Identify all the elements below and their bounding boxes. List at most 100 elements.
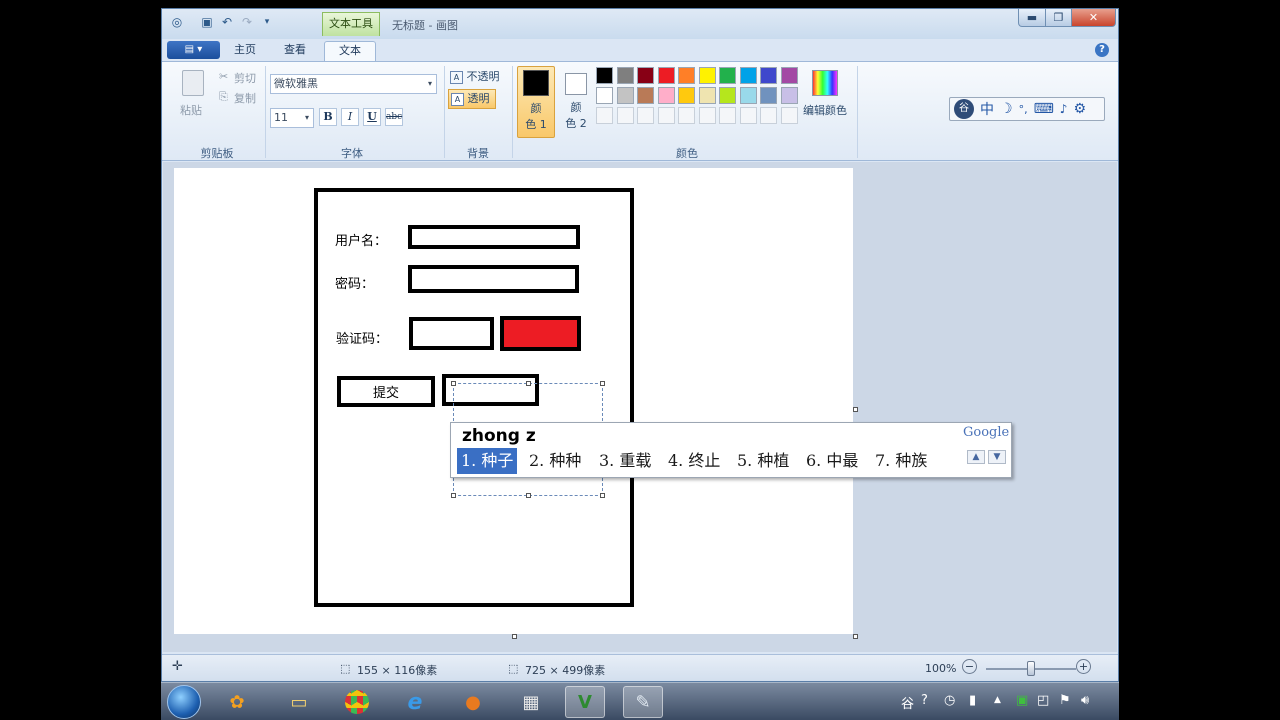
canvas-resize-handle[interactable] (853, 407, 858, 412)
palette-swatch[interactable] (760, 67, 777, 84)
copy-icon[interactable]: ⎘ (219, 90, 228, 104)
mic-icon[interactable]: ♪ (1060, 102, 1068, 116)
palette-swatch[interactable] (657, 87, 675, 104)
custom-color-slot[interactable] (678, 107, 695, 124)
palette-swatch[interactable] (760, 87, 777, 104)
palette-swatch[interactable] (637, 67, 654, 84)
save-icon[interactable]: ▣ (200, 15, 214, 29)
custom-color-slot[interactable] (657, 107, 675, 124)
candidate-2[interactable]: 2. 种种 (529, 448, 581, 474)
custom-color-slot[interactable] (739, 107, 757, 124)
ime-logo-icon[interactable]: 谷 (954, 99, 974, 119)
palette-swatch[interactable] (657, 67, 675, 84)
moon-icon[interactable]: ☽ (1000, 101, 1013, 117)
transparent-button[interactable]: A 透明 (448, 89, 496, 109)
copy-button[interactable]: 复制 (234, 90, 256, 106)
zoom-out-button[interactable]: − (962, 659, 977, 674)
flag-icon[interactable]: ⚑ (1059, 693, 1071, 708)
canvas-resize-handle[interactable] (512, 634, 517, 639)
firefox-icon[interactable]: ● (453, 686, 493, 718)
ie-icon[interactable]: e (395, 686, 435, 718)
qat-dropdown-icon[interactable]: ▾ (260, 15, 274, 29)
edit-colors-button[interactable]: 编辑颜色 (803, 102, 847, 118)
palette-swatch[interactable] (780, 67, 798, 84)
settings-icon[interactable]: ⚙ (1073, 101, 1086, 117)
palette-swatch[interactable] (698, 87, 716, 104)
custom-color-slot[interactable] (780, 107, 798, 124)
edit-colors-icon[interactable] (812, 70, 838, 96)
ime-tray-icon[interactable]: 谷 (901, 693, 914, 712)
palette-swatch[interactable] (698, 67, 716, 84)
resize-handle[interactable] (451, 381, 456, 386)
palette-swatch[interactable] (637, 87, 654, 104)
paint-taskbar-icon[interactable]: ✎ (623, 686, 663, 718)
palette-swatch[interactable] (596, 87, 613, 104)
color2-button[interactable]: 颜 色 2 (560, 66, 598, 138)
tab-view[interactable]: 查看 (274, 41, 316, 61)
help-tray-icon[interactable]: ? (921, 693, 928, 708)
candidate-4[interactable]: 4. 终止 (668, 448, 720, 474)
custom-color-slot[interactable] (637, 107, 654, 124)
palette-swatch[interactable] (739, 87, 757, 104)
ime-mode-toggle[interactable]: 中 (980, 99, 994, 119)
custom-color-slot[interactable] (698, 107, 716, 124)
strikethrough-button[interactable]: abc (385, 108, 403, 126)
zoom-slider[interactable] (986, 661, 1076, 676)
resize-handle[interactable] (526, 493, 531, 498)
palette-swatch[interactable] (616, 87, 634, 104)
cloud-icon[interactable]: ◰ (1037, 693, 1049, 708)
palette-swatch[interactable] (719, 87, 736, 104)
help-icon[interactable]: ? (1095, 43, 1109, 57)
italic-button[interactable]: I (341, 108, 359, 126)
canvas-area[interactable]: 用户名： 密码： 验证码： 提交 (163, 162, 1117, 652)
custom-color-slot[interactable] (760, 107, 777, 124)
page-down-button[interactable]: ▼ (988, 450, 1006, 464)
canvas-resize-handle[interactable] (853, 634, 858, 639)
custom-color-slot[interactable] (719, 107, 736, 124)
candidate-3[interactable]: 3. 重载 (599, 448, 651, 474)
candidate-7[interactable]: 7. 种族 (875, 448, 927, 474)
volume-icon[interactable]: 🔊︎ (1081, 693, 1089, 708)
font-size-select[interactable]: 11 ▾ (270, 108, 314, 128)
palette-swatch[interactable] (780, 87, 798, 104)
app-360-icon[interactable]: ✿ (217, 686, 257, 718)
chrome-icon[interactable] (337, 686, 377, 718)
candidate-5[interactable]: 5. 种植 (737, 448, 789, 474)
palette-swatch[interactable] (616, 67, 634, 84)
tab-home[interactable]: 主页 (224, 41, 266, 61)
minimize-button[interactable]: ▬ (1018, 9, 1046, 27)
arrow-up-icon[interactable]: ▲ (994, 695, 1001, 705)
palette-swatch[interactable] (739, 67, 757, 84)
underline-button[interactable]: U (363, 108, 381, 126)
redo-icon[interactable]: ↷ (240, 15, 254, 29)
cut-button[interactable]: 剪切 (234, 70, 256, 86)
palette-swatch[interactable] (678, 67, 695, 84)
vim-icon[interactable]: V (565, 686, 605, 718)
paint-menu-button[interactable]: ▤ ▾ (167, 41, 220, 59)
cut-icon[interactable]: ✂ (219, 70, 228, 83)
bold-button[interactable]: B (319, 108, 337, 126)
resize-handle[interactable] (600, 493, 605, 498)
resize-handle[interactable] (451, 493, 456, 498)
explorer-icon[interactable]: ▭ (279, 686, 319, 718)
palette-swatch[interactable] (596, 67, 613, 84)
zoom-in-button[interactable]: + (1076, 659, 1091, 674)
resize-handle[interactable] (526, 381, 531, 386)
tool-icon[interactable]: ▦ (511, 686, 551, 718)
paste-icon[interactable] (182, 70, 204, 96)
color1-button[interactable]: 颜 色 1 (517, 66, 555, 138)
paint-app-icon[interactable]: ◎ (170, 15, 184, 29)
font-family-select[interactable]: 微软雅黑 ▾ (270, 74, 437, 94)
paste-button[interactable]: 粘贴 (180, 102, 202, 118)
tab-text[interactable]: 文本 (324, 41, 376, 61)
maximize-button[interactable]: ❐ (1045, 9, 1072, 27)
drawing-canvas[interactable]: 用户名： 密码： 验证码： 提交 (174, 168, 853, 634)
candidate-1[interactable]: 1. 种子 (457, 448, 518, 474)
undo-icon[interactable]: ↶ (220, 15, 234, 29)
page-up-button[interactable]: ▲ (967, 450, 985, 464)
close-button[interactable]: ✕ (1071, 9, 1116, 27)
security-tray-icon[interactable]: ▣ (1016, 693, 1028, 708)
clock-icon[interactable]: ◷ (944, 693, 955, 708)
battery-icon[interactable]: ▮ (969, 693, 976, 708)
opaque-button[interactable]: A 不透明 (450, 68, 506, 86)
